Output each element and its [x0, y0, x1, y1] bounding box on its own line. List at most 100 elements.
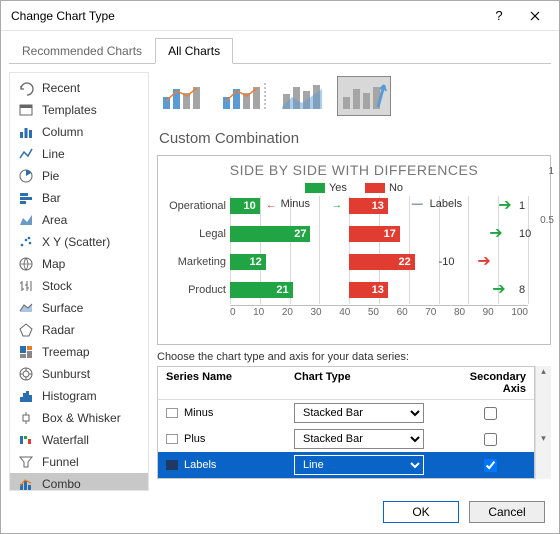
series-row-plus[interactable]: Plus Stacked Bar	[158, 426, 534, 452]
sidebar-item-boxwhisker[interactable]: Box & Whisker	[10, 407, 148, 429]
sidebar-item-label: X Y (Scatter)	[42, 235, 110, 249]
map-icon	[18, 256, 34, 272]
sidebar-item-label: Recent	[42, 81, 80, 95]
chart-title: SIDE BY SIDE WITH DIFFERENCES	[166, 162, 542, 178]
sidebar-item-label: Templates	[42, 103, 97, 117]
combo-style-3[interactable]	[277, 76, 331, 116]
funnel-icon	[18, 454, 34, 470]
area-icon	[18, 212, 34, 228]
close-button[interactable]	[517, 2, 553, 30]
line-icon	[18, 146, 34, 162]
sidebar-item-label: Radar	[42, 323, 75, 337]
sidebar-item-label: Pie	[42, 169, 59, 183]
scatter-icon	[18, 234, 34, 250]
sidebar-item-waterfall[interactable]: Waterfall	[10, 429, 148, 451]
bar-icon	[18, 190, 34, 206]
help-button[interactable]: ?	[481, 2, 517, 30]
pie-icon	[18, 168, 34, 184]
series-grid: Series Name Chart Type Secondary Axis Mi…	[157, 366, 535, 479]
sidebar-item-histogram[interactable]: Histogram	[10, 385, 148, 407]
chart-preview[interactable]: SIDE BY SIDE WITH DIFFERENCES Yes No ← M…	[157, 155, 551, 345]
combo-style-1[interactable]	[157, 76, 211, 116]
tab-strip: Recommended Charts All Charts	[1, 31, 559, 63]
sidebar-item-funnel[interactable]: Funnel	[10, 451, 148, 473]
combo-icon	[18, 476, 34, 491]
surface-icon	[18, 300, 34, 316]
sidebar-item-label: Bar	[42, 191, 61, 205]
recent-icon	[18, 80, 34, 96]
chart-type-select-plus[interactable]: Stacked Bar	[294, 429, 424, 449]
tab-recommended[interactable]: Recommended Charts	[9, 38, 155, 64]
secondary-axis: 1 0.5	[540, 166, 554, 226]
cancel-button[interactable]: Cancel	[469, 501, 545, 523]
main-panel: Custom Combination SIDE BY SIDE WITH DIF…	[157, 72, 551, 491]
ok-button[interactable]: OK	[383, 501, 459, 523]
column-icon	[18, 124, 34, 140]
chart-area: ← Minus → — Labels Operational 10 13 ➔ 1…	[230, 196, 528, 318]
x-axis: 0102030405060708090100	[230, 305, 528, 318]
sidebar-item-combo[interactable]: Combo	[10, 473, 148, 491]
secondary-axis-checkbox-minus[interactable]	[484, 407, 497, 420]
sidebar-item-surface[interactable]: Surface	[10, 297, 148, 319]
sidebar-item-label: Column	[42, 125, 83, 139]
series-scrollbar[interactable]: ▴ ▾	[535, 366, 551, 479]
histogram-icon	[18, 388, 34, 404]
sidebar-item-label: Area	[42, 213, 67, 227]
sidebar-item-bar[interactable]: Bar	[10, 187, 148, 209]
titlebar: Change Chart Type ?	[1, 1, 559, 31]
sidebar-item-column[interactable]: Column	[10, 121, 148, 143]
templates-icon	[18, 102, 34, 118]
col-chart-type: Chart Type	[286, 367, 446, 400]
chart-type-select-minus[interactable]: Stacked Bar	[294, 403, 424, 423]
sidebar-item-label: Waterfall	[42, 433, 89, 447]
treemap-icon	[18, 344, 34, 360]
sidebar-item-radar[interactable]: Radar	[10, 319, 148, 341]
sidebar-item-recent[interactable]: Recent	[10, 77, 148, 99]
sidebar-item-label: Combo	[42, 477, 81, 491]
arrow-right-icon: ➔	[492, 282, 505, 298]
sidebar-item-map[interactable]: Map	[10, 253, 148, 275]
series-prompt: Choose the chart type and axis for your …	[157, 345, 551, 366]
arrow-left-icon: ➔	[477, 254, 490, 270]
dialog-buttons: OK Cancel	[1, 491, 559, 533]
waterfall-icon	[18, 432, 34, 448]
sunburst-icon	[18, 366, 34, 382]
sidebar-item-treemap[interactable]: Treemap	[10, 341, 148, 363]
chart-type-sidebar: Recent Templates Column Line Pie Bar Are…	[9, 72, 149, 491]
close-icon	[530, 11, 540, 21]
combo-style-row	[157, 72, 551, 128]
col-secondary-axis: Secondary Axis	[446, 367, 534, 400]
sidebar-item-label: Stock	[42, 279, 72, 293]
chart-legend: Yes No	[166, 182, 542, 194]
series-row-labels[interactable]: Labels Line	[158, 452, 534, 478]
change-chart-type-dialog: Change Chart Type ? Recommended Charts A…	[0, 0, 560, 534]
radar-icon	[18, 322, 34, 338]
combo-style-custom[interactable]	[337, 76, 391, 116]
sidebar-item-pie[interactable]: Pie	[10, 165, 148, 187]
series-row-minus[interactable]: Minus Stacked Bar	[158, 400, 534, 426]
stock-icon	[18, 278, 34, 294]
chart-type-select-labels[interactable]: Line	[294, 455, 424, 475]
sidebar-item-label: Sunburst	[42, 367, 90, 381]
sidebar-item-scatter[interactable]: X Y (Scatter)	[10, 231, 148, 253]
sidebar-item-label: Map	[42, 257, 65, 271]
arrow-right-icon: ➔	[489, 226, 502, 242]
sidebar-item-label: Treemap	[42, 345, 90, 359]
secondary-axis-checkbox-plus[interactable]	[484, 433, 497, 446]
sidebar-item-label: Line	[42, 147, 65, 161]
secondary-axis-checkbox-labels[interactable]	[484, 459, 497, 472]
tab-all-charts[interactable]: All Charts	[155, 38, 233, 64]
sidebar-item-label: Surface	[42, 301, 83, 315]
arrow-right-icon: ➔	[498, 198, 511, 214]
boxwhisker-icon	[18, 410, 34, 426]
sidebar-item-stock[interactable]: Stock	[10, 275, 148, 297]
combo-style-2[interactable]	[217, 76, 271, 116]
sidebar-item-templates[interactable]: Templates	[10, 99, 148, 121]
sidebar-item-area[interactable]: Area	[10, 209, 148, 231]
col-series-name: Series Name	[158, 367, 286, 400]
sidebar-item-label: Box & Whisker	[42, 411, 121, 425]
sidebar-item-line[interactable]: Line	[10, 143, 148, 165]
window-title: Change Chart Type	[11, 9, 481, 23]
sidebar-item-label: Histogram	[42, 389, 97, 403]
sidebar-item-sunburst[interactable]: Sunburst	[10, 363, 148, 385]
